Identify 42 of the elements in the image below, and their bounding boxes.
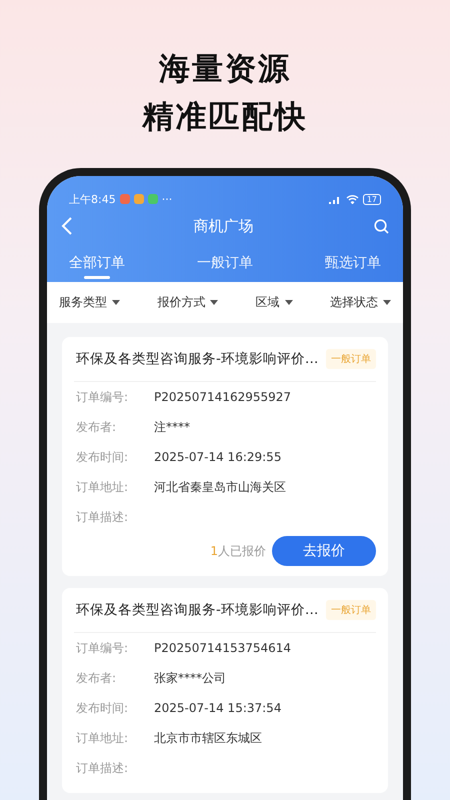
back-icon[interactable]	[61, 217, 73, 235]
signal-icon	[328, 194, 342, 204]
search-icon[interactable]	[374, 218, 389, 234]
field-value: P20250714153754614	[154, 641, 292, 655]
field-label: 订单地址:	[76, 730, 130, 746]
headline: 海量资源	[159, 50, 291, 89]
field-value: 2025-07-14 16:29:55	[154, 450, 282, 464]
order-type-tag: 一般订单	[326, 349, 376, 369]
field-label: 发布时间:	[76, 448, 130, 466]
filter-dropdown[interactable]: 报价方式	[153, 294, 222, 311]
field-label: 发布者:	[76, 670, 118, 686]
field-label: 发布时间:	[76, 700, 130, 716]
field-value: 张家****公司	[154, 670, 226, 686]
wifi-icon	[346, 194, 359, 204]
order-title: 环保及各类型咨询服务-环境影响评价…	[76, 350, 318, 368]
filter-dropdown[interactable]: 区域	[252, 294, 297, 311]
page-title: 商机广场	[194, 216, 254, 236]
status-time: 上午8:45	[69, 192, 116, 206]
quote-count-text: 1人已报价	[210, 542, 266, 560]
field-label: 订单描述:	[76, 508, 130, 526]
more-notifications: ···	[162, 192, 172, 206]
caret-icon	[112, 300, 120, 305]
field-label: 订单地址:	[76, 478, 130, 496]
quote-button[interactable]: 去报价	[272, 536, 376, 566]
field-value: 注****	[154, 418, 190, 436]
headline: 精准匹配快	[142, 98, 308, 137]
caret-icon	[210, 300, 218, 305]
filter-dropdown[interactable]: 选择状态	[326, 294, 395, 311]
order-title: 环保及各类型咨询服务-环境影响评价…	[76, 601, 318, 619]
battery-level: 17	[362, 194, 381, 204]
field-label: 订单编号:	[76, 640, 130, 656]
caret-icon	[284, 300, 293, 305]
filter-dropdown[interactable]: 服务类型	[55, 294, 124, 311]
field-value: P20250714162955927	[154, 390, 292, 404]
field-value: 河北省秦皇岛市山海关区	[154, 478, 286, 496]
field-label: 订单编号:	[76, 388, 130, 406]
field-value: 2025-07-14 15:37:54	[154, 701, 282, 715]
caret-icon	[382, 300, 391, 305]
order-type-tag: 一般订单	[326, 600, 376, 620]
field-value: 北京市市辖区东城区	[154, 730, 262, 746]
field-label: 发布者:	[76, 418, 118, 436]
field-label: 订单描述:	[76, 760, 130, 776]
